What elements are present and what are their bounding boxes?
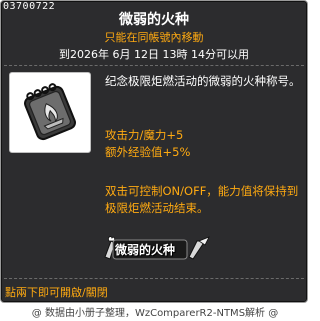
stat-line-exp: 额外经验值+5% bbox=[105, 145, 191, 159]
item-description: 纪念极限炬燃活动的微弱的火种称号。 bbox=[105, 74, 301, 88]
title-medal-icon bbox=[24, 82, 76, 140]
item-expiry: 到2026年 6月 12日 13時 14分可以用 bbox=[59, 48, 249, 61]
divider-top bbox=[4, 65, 304, 66]
item-icon-frame bbox=[9, 72, 91, 153]
item-stats: 攻击力/魔力+5 额外经验值+5% bbox=[105, 127, 301, 161]
item-usage-note: 双击可控制ON/OFF，能力值将保持到极限炬燃活动结束。 bbox=[105, 184, 299, 215]
item-tooltip: 03700722 微弱的火种 只能在同帳號內移動 到2026年 6月 12日 1… bbox=[0, 0, 308, 303]
title-nameplate: 微弱的火种 bbox=[101, 235, 211, 263]
nameplate-label: 微弱的火种 bbox=[115, 243, 176, 257]
item-title: 微弱的火种 bbox=[119, 12, 189, 28]
credit-line: @ 数据由小册子整理，WzComparerR2-NTMS解析 @ bbox=[31, 308, 279, 319]
stat-line-attack: 攻击力/魔力+5 bbox=[105, 128, 184, 142]
divider-bottom bbox=[4, 278, 304, 279]
usage-hint: 點兩下即可開啟/關閉 bbox=[5, 286, 108, 299]
item-trade-restriction: 只能在同帳號內移動 bbox=[104, 31, 204, 44]
